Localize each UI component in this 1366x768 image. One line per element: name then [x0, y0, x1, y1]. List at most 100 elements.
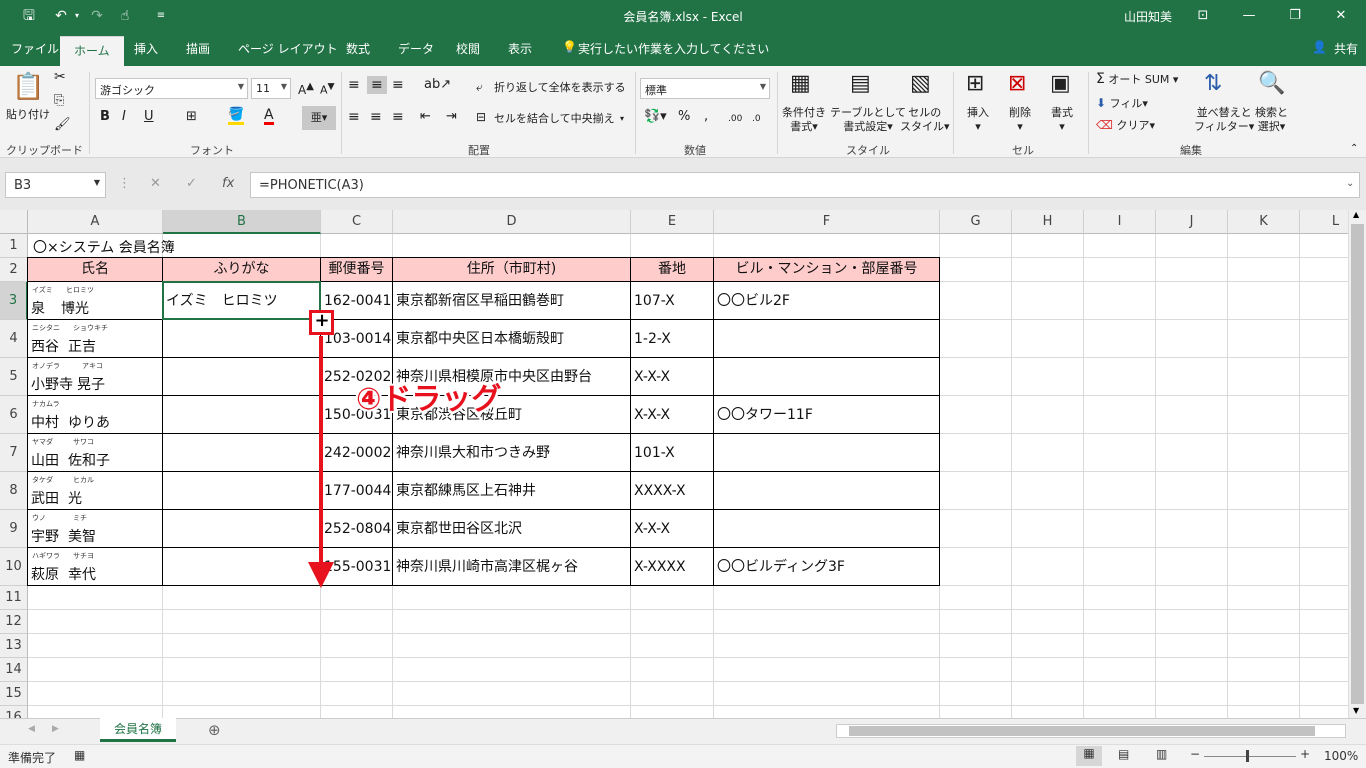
insert-cells-button[interactable]: 挿入 ▾ [967, 106, 989, 134]
copy-icon[interactable]: ⎘ [54, 94, 64, 108]
data-cell[interactable]: 242-0002 [321, 434, 392, 472]
comma-icon[interactable]: , [704, 110, 708, 124]
data-cell[interactable] [714, 358, 939, 396]
data-cell[interactable]: X-XXXX [631, 548, 713, 586]
column-header-a[interactable]: A [28, 210, 163, 234]
name-cell[interactable]: 幸代 [68, 564, 96, 584]
align-middle-icon[interactable]: ≡ [367, 76, 387, 94]
page-layout-view-icon[interactable]: ▤ [1118, 747, 1129, 761]
sort-filter-button[interactable]: 並べ替えと フィルター▾ [1194, 106, 1254, 134]
find-select-button[interactable]: 検索と 選択▾ [1255, 106, 1288, 134]
data-cell[interactable]: 東京都世田谷区北沢 [393, 510, 630, 548]
column-header-i[interactable]: I [1084, 210, 1156, 234]
column-header-b[interactable]: B [163, 210, 321, 234]
delete-cells-button[interactable]: 削除 ▾ [1009, 106, 1031, 134]
cell-styles-button[interactable]: セルの スタイル▾ [900, 106, 950, 134]
name-cell[interactable]: 光 [68, 488, 82, 508]
table-header-cell[interactable]: 郵便番号 [321, 258, 392, 281]
tab-formulas[interactable]: 数式 [346, 40, 370, 57]
worksheet-grid[interactable]: ABCDEFGHIJKL 1 2 3 4 5 6 7 8 9 10 11 12 13 14 15 16 〇×シ… [0, 210, 1348, 718]
font-color-icon[interactable]: A [264, 108, 274, 125]
column-header-g[interactable]: G [940, 210, 1012, 234]
name-cell[interactable]: 佐和子 [68, 450, 110, 470]
percent-icon[interactable]: % [678, 110, 690, 124]
increase-indent-icon[interactable]: ⇥ [446, 110, 457, 124]
tab-review[interactable]: 校閲 [456, 40, 480, 57]
data-cell[interactable]: 107-X [631, 282, 713, 320]
data-cell[interactable]: XXXX-X [631, 472, 713, 510]
cancel-icon[interactable]: ✕ [150, 176, 161, 191]
increase-font-icon[interactable]: A▲ [298, 80, 314, 97]
name-cell[interactable]: ゆりあ [68, 412, 110, 432]
bold-icon[interactable]: B [100, 110, 110, 124]
name-cell[interactable]: 泉 [31, 298, 45, 318]
format-as-table-button[interactable]: テーブルとして 書式設定▾ [830, 106, 906, 134]
data-cell[interactable] [714, 472, 939, 510]
data-cell[interactable] [163, 472, 320, 510]
data-cell[interactable]: 東京都中央区日本橋蛎殻町 [393, 320, 630, 358]
table-header-cell[interactable]: 番地 [631, 258, 713, 281]
format-painter-icon[interactable]: 🖌 [54, 118, 71, 132]
align-left-icon[interactable]: ≡ [348, 110, 360, 124]
ribbon-display-icon[interactable]: ⊡ [1180, 4, 1226, 28]
wrap-text-button[interactable]: 折り返して全体を表示する [494, 81, 626, 95]
conditional-format-button[interactable]: 条件付き 書式▾ [782, 106, 826, 134]
data-cell[interactable]: 177-0044 [321, 472, 392, 510]
decrease-indent-icon[interactable]: ⇤ [420, 110, 431, 124]
format-cells-button[interactable]: 書式 ▾ [1051, 106, 1073, 134]
data-cell[interactable]: 神奈川県大和市つきみ野 [393, 434, 630, 472]
data-cell[interactable]: X-X-X [631, 358, 713, 396]
tab-file[interactable]: ファイル [11, 40, 59, 57]
zoom-in-icon[interactable]: + [1300, 747, 1310, 761]
name-cell[interactable]: 博光 [61, 298, 89, 318]
data-cell[interactable]: 〇〇ビル2F [714, 282, 939, 320]
font-name-dropdown[interactable]: 游ゴシック ▼ [95, 78, 248, 99]
data-cell[interactable]: 〇〇ビルディング3F [714, 548, 939, 586]
zoom-slider-thumb[interactable] [1246, 750, 1249, 762]
tab-page-layout[interactable]: ページ レイアウト [238, 40, 338, 57]
row-header-6[interactable]: 6 [0, 396, 28, 434]
data-cell[interactable] [163, 434, 320, 472]
paste-button[interactable]: 貼り付け [6, 108, 50, 122]
row-header-7[interactable]: 7 [0, 434, 28, 472]
tab-draw[interactable]: 描画 [186, 40, 210, 57]
tab-data[interactable]: データ [398, 40, 434, 57]
vertical-scroll-thumb[interactable] [1351, 224, 1364, 704]
fill-button[interactable]: ⬇ フィル▾ [1096, 96, 1148, 111]
delete-cells-icon[interactable]: ⊠ [1008, 70, 1026, 98]
minimize-icon[interactable]: — [1226, 4, 1272, 28]
increase-decimal-icon[interactable]: .00 [728, 112, 742, 126]
data-cell[interactable]: 東京都新宿区早稲田鶴巻町 [393, 282, 630, 320]
collapse-ribbon-icon[interactable]: ⌃ [1350, 142, 1358, 156]
row-header-14[interactable]: 14 [0, 658, 28, 682]
data-cell[interactable]: 東京都練馬区上石神井 [393, 472, 630, 510]
data-cell[interactable]: 1-2-X [631, 320, 713, 358]
column-header-c[interactable]: C [321, 210, 393, 234]
user-name[interactable]: 山田知美 [1124, 8, 1172, 25]
column-header-j[interactable]: J [1156, 210, 1228, 234]
data-cell[interactable] [714, 320, 939, 358]
name-cell[interactable]: 山田 [31, 450, 59, 470]
cut-icon[interactable]: ✂ [54, 70, 66, 84]
data-cell[interactable] [163, 320, 320, 358]
data-cell[interactable] [163, 548, 320, 586]
restore-icon[interactable]: ❐ [1272, 4, 1318, 28]
zoom-out-icon[interactable]: − [1190, 747, 1200, 761]
row-header-2[interactable]: 2 [0, 258, 28, 282]
row-header-11[interactable]: 11 [0, 586, 28, 610]
tab-view[interactable]: 表示 [508, 40, 532, 57]
horizontal-scroll-thumb[interactable] [849, 726, 1315, 736]
column-header-l[interactable]: L [1300, 210, 1348, 234]
data-cell[interactable] [714, 434, 939, 472]
horizontal-scrollbar[interactable] [836, 724, 1346, 738]
table-header-cell[interactable]: 住所（市町村) [393, 258, 630, 281]
formula-input[interactable]: =PHONETIC(A3) [250, 172, 1360, 198]
row-header-13[interactable]: 13 [0, 634, 28, 658]
column-header-e[interactable]: E [631, 210, 714, 234]
data-cell[interactable]: X-X-X [631, 396, 713, 434]
merge-center-button[interactable]: セルを結合して中央揃え [494, 112, 615, 126]
italic-icon[interactable]: I [122, 110, 126, 124]
find-icon[interactable]: 🔍 [1258, 70, 1285, 98]
data-cell[interactable] [163, 510, 320, 548]
orientation-icon[interactable]: ab↗ [424, 78, 451, 92]
